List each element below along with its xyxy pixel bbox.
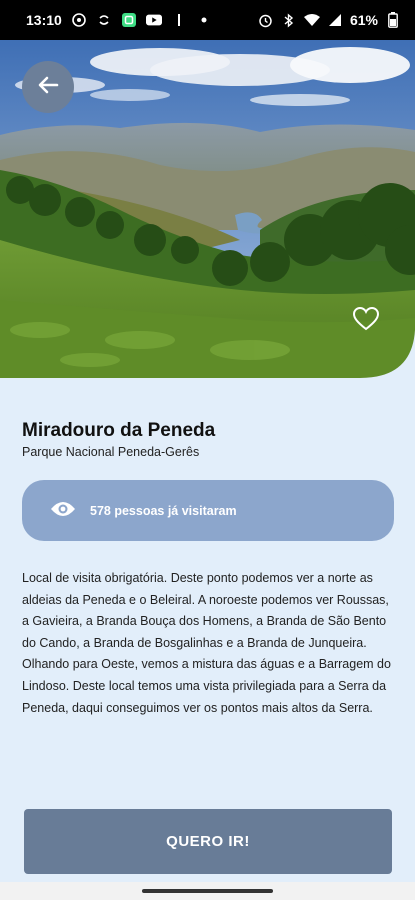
hero-image	[0, 40, 415, 378]
youtube-icon	[145, 12, 162, 28]
want-to-go-button[interactable]: QUERO IR!	[24, 809, 392, 874]
status-time: 13:10	[26, 12, 62, 28]
eye-icon	[50, 500, 76, 521]
arrow-left-icon	[37, 74, 59, 101]
battery-icon	[385, 12, 401, 28]
status-bar: 13:10 61%	[0, 0, 415, 40]
wifi-icon	[303, 12, 320, 28]
dot-icon	[196, 12, 212, 28]
visits-card: 578 pessoas já visitaram	[22, 480, 394, 541]
place-title: Miradouro da Peneda	[22, 420, 216, 441]
visits-count-text: 578 pessoas já visitaram	[90, 503, 237, 518]
description-text: Local de visita obrigatória. Deste ponto…	[22, 571, 391, 715]
place-subtitle: Parque Nacional Peneda-Gerês	[22, 445, 200, 459]
back-button[interactable]	[22, 61, 74, 113]
battery-percent: 61%	[349, 12, 378, 28]
heart-outline-icon	[352, 306, 380, 336]
app-icon	[121, 12, 137, 28]
alarm-icon	[258, 12, 274, 28]
messenger-icon	[71, 12, 87, 28]
signal-icon	[327, 12, 343, 28]
home-indicator[interactable]	[142, 889, 273, 893]
bluetooth-icon	[281, 12, 297, 28]
favorite-button[interactable]	[351, 306, 381, 336]
notification-bar-icon	[171, 12, 187, 28]
sync-icon	[96, 12, 112, 28]
